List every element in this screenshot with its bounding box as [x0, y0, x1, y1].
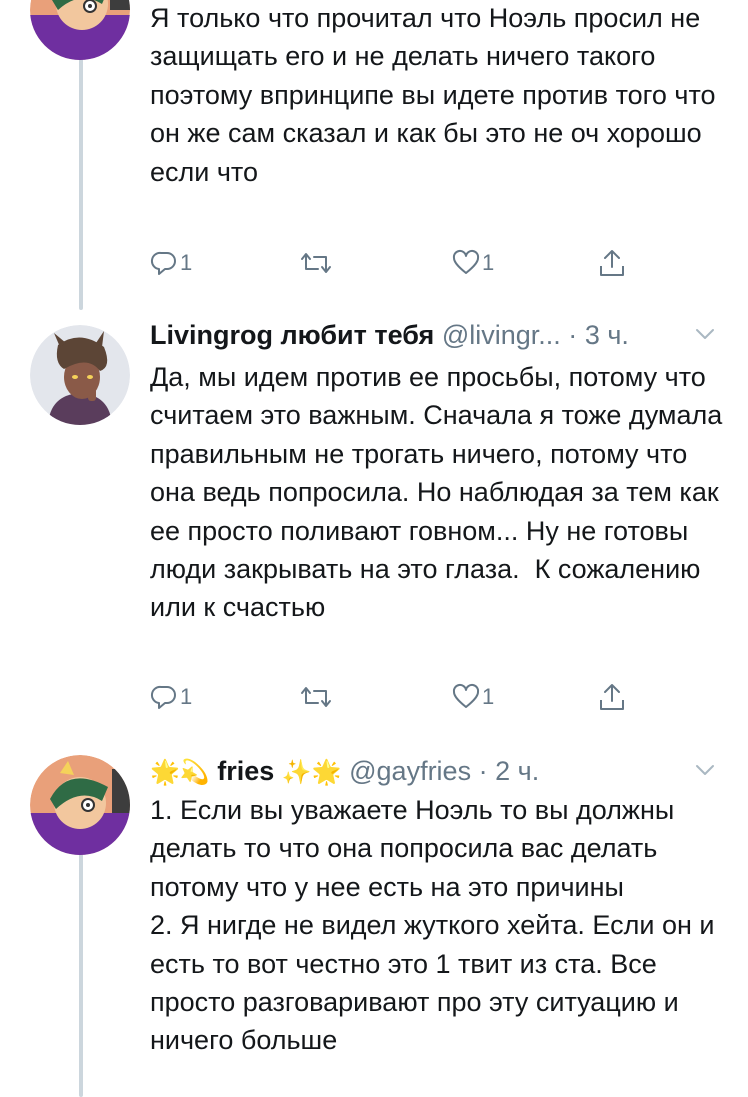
timestamp[interactable]: 3 ч.	[585, 320, 629, 350]
tweet-menu-button[interactable]	[695, 763, 715, 783]
reply-count: 1	[180, 250, 193, 275]
avatar[interactable]	[30, 0, 130, 60]
share-icon	[597, 248, 627, 278]
share-button[interactable]	[597, 243, 627, 283]
reply-button[interactable]: 1	[150, 243, 192, 283]
timestamp[interactable]: 2 ч.	[495, 756, 539, 786]
like-button[interactable]: 1	[452, 243, 494, 283]
like-count: 1	[482, 684, 495, 709]
tweet-text: Да, мы идем против ее просьбы, потому чт…	[150, 362, 730, 623]
like-icon	[452, 683, 480, 711]
like-count: 1	[482, 250, 495, 275]
display-name[interactable]: fries	[217, 756, 274, 786]
chevron-down-icon	[695, 328, 715, 345]
retweet-button[interactable]	[300, 677, 332, 717]
avatar[interactable]	[30, 755, 130, 855]
chevron-down-icon	[695, 764, 715, 781]
tweet-menu-button[interactable]	[695, 327, 715, 347]
tweet-header: Livingrog любит тебя @livingr... · 3 ч.	[150, 316, 629, 354]
tweet-text: Я только что прочитал что Ноэль просил н…	[150, 3, 724, 187]
retweet-icon	[300, 683, 332, 711]
user-handle[interactable]: @livingr...	[442, 320, 561, 350]
separator-dot: ·	[478, 756, 488, 786]
like-icon	[452, 249, 480, 277]
reply-button[interactable]: 1	[150, 677, 192, 717]
tweet-actions: 1 1	[150, 243, 650, 283]
reply-icon	[150, 249, 178, 277]
reply-icon	[150, 683, 178, 711]
tweet-text: 1. Если вы уважаете Ноэль то вы должны д…	[150, 795, 715, 1056]
like-button[interactable]: 1	[452, 677, 494, 717]
name-emoji-suffix: ✨🌟	[281, 759, 342, 786]
separator-dot: ·	[568, 320, 578, 350]
display-name[interactable]: Livingrog любит тебя	[150, 320, 434, 350]
share-icon	[597, 682, 627, 712]
tweet-actions: 1 1	[150, 677, 650, 717]
avatar[interactable]	[30, 325, 130, 425]
share-button[interactable]	[597, 677, 627, 717]
reply-count: 1	[180, 684, 193, 709]
user-handle[interactable]: @gayfries	[349, 756, 471, 786]
tweet-header: 🌟💫 fries ✨🌟 @gayfries · 2 ч.	[150, 752, 539, 790]
retweet-button[interactable]	[300, 243, 332, 283]
retweet-icon	[300, 249, 332, 277]
thread-view: Я только что прочитал что Ноэль просил н…	[0, 0, 748, 1097]
name-emoji-prefix: 🌟💫	[150, 759, 210, 786]
